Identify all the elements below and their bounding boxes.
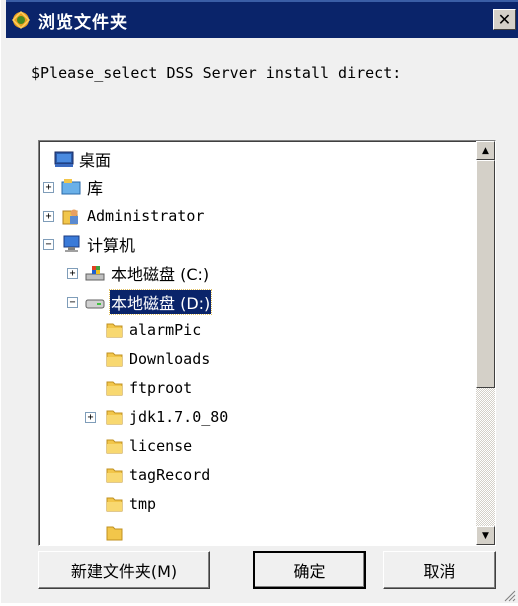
browse-folder-dialog: 浏览文件夹 ✕ $Please_select DSS Server instal… bbox=[0, 0, 518, 603]
vertical-scrollbar[interactable]: ▲ ▼ bbox=[476, 141, 495, 545]
expand-icon[interactable]: + bbox=[43, 182, 54, 193]
expand-icon[interactable]: + bbox=[85, 412, 96, 423]
folder-icon bbox=[105, 408, 125, 426]
cancel-label: 取消 bbox=[423, 562, 456, 581]
folder-icon bbox=[105, 350, 125, 368]
desktop-icon bbox=[54, 150, 74, 168]
new-folder-button[interactable]: 新建文件夹(M) bbox=[38, 551, 210, 589]
tree-item-label: tmp bbox=[129, 495, 157, 513]
tree-item-label: license bbox=[129, 437, 193, 455]
collapse-icon[interactable]: − bbox=[43, 239, 54, 250]
drive-icon bbox=[85, 293, 105, 311]
close-button[interactable]: ✕ bbox=[493, 9, 516, 30]
tree-item-label: 本地磁盘 (C:) bbox=[111, 265, 210, 284]
scroll-down-button[interactable]: ▼ bbox=[476, 526, 495, 545]
tree-item-label: 本地磁盘 (D:) bbox=[108, 289, 213, 315]
folder-icon bbox=[105, 321, 125, 339]
tree-item-label: alarmPic bbox=[129, 321, 202, 339]
new-folder-label: 新建文件夹(M) bbox=[70, 562, 178, 581]
window-title: 浏览文件夹 bbox=[38, 12, 128, 33]
resize-grip-icon[interactable] bbox=[502, 587, 516, 602]
arrow-up-icon: ▲ bbox=[482, 145, 489, 156]
scroll-thumb[interactable] bbox=[476, 160, 495, 388]
folder-icon bbox=[105, 495, 125, 513]
app-icon bbox=[10, 9, 32, 31]
computer-icon bbox=[61, 235, 81, 253]
arrow-down-icon: ▼ bbox=[482, 530, 489, 541]
tree-item-label: jdk1.7.0_80 bbox=[129, 408, 229, 426]
tree-item-label: ftproot bbox=[129, 379, 193, 397]
system-drive-icon bbox=[85, 264, 105, 282]
tree-item-label: 库 bbox=[87, 179, 104, 198]
tree-item-label: Downloads bbox=[129, 350, 211, 368]
tree-item-label: Administrator bbox=[87, 207, 205, 225]
library-icon bbox=[61, 178, 81, 196]
user-folder-icon bbox=[61, 207, 81, 225]
folder-icon bbox=[105, 379, 125, 397]
ok-button[interactable]: 确定 bbox=[253, 551, 366, 589]
cancel-button[interactable]: 取消 bbox=[383, 551, 496, 589]
scroll-up-button[interactable]: ▲ bbox=[476, 141, 495, 160]
folder-icon bbox=[105, 466, 125, 484]
tree-item-label: tagRecord bbox=[129, 466, 211, 484]
folder-icon bbox=[105, 437, 125, 455]
folder-icon bbox=[105, 524, 125, 542]
tree-item-label: 计算机 bbox=[87, 236, 136, 255]
close-icon: ✕ bbox=[497, 10, 512, 29]
expand-icon[interactable]: + bbox=[67, 268, 78, 279]
prompt-text: $Please_select DSS Server install direct… bbox=[31, 64, 402, 82]
collapse-icon[interactable]: − bbox=[67, 297, 78, 308]
ok-label: 确定 bbox=[293, 562, 326, 581]
title-bar[interactable]: 浏览文件夹 ✕ bbox=[6, 0, 518, 38]
tree-item-label: 桌面 bbox=[79, 151, 112, 170]
expand-icon[interactable]: + bbox=[43, 211, 54, 222]
folder-tree[interactable]: 桌面 + 库 + Administrator − 计算机 + 本地磁盘 (C:)… bbox=[38, 140, 496, 546]
